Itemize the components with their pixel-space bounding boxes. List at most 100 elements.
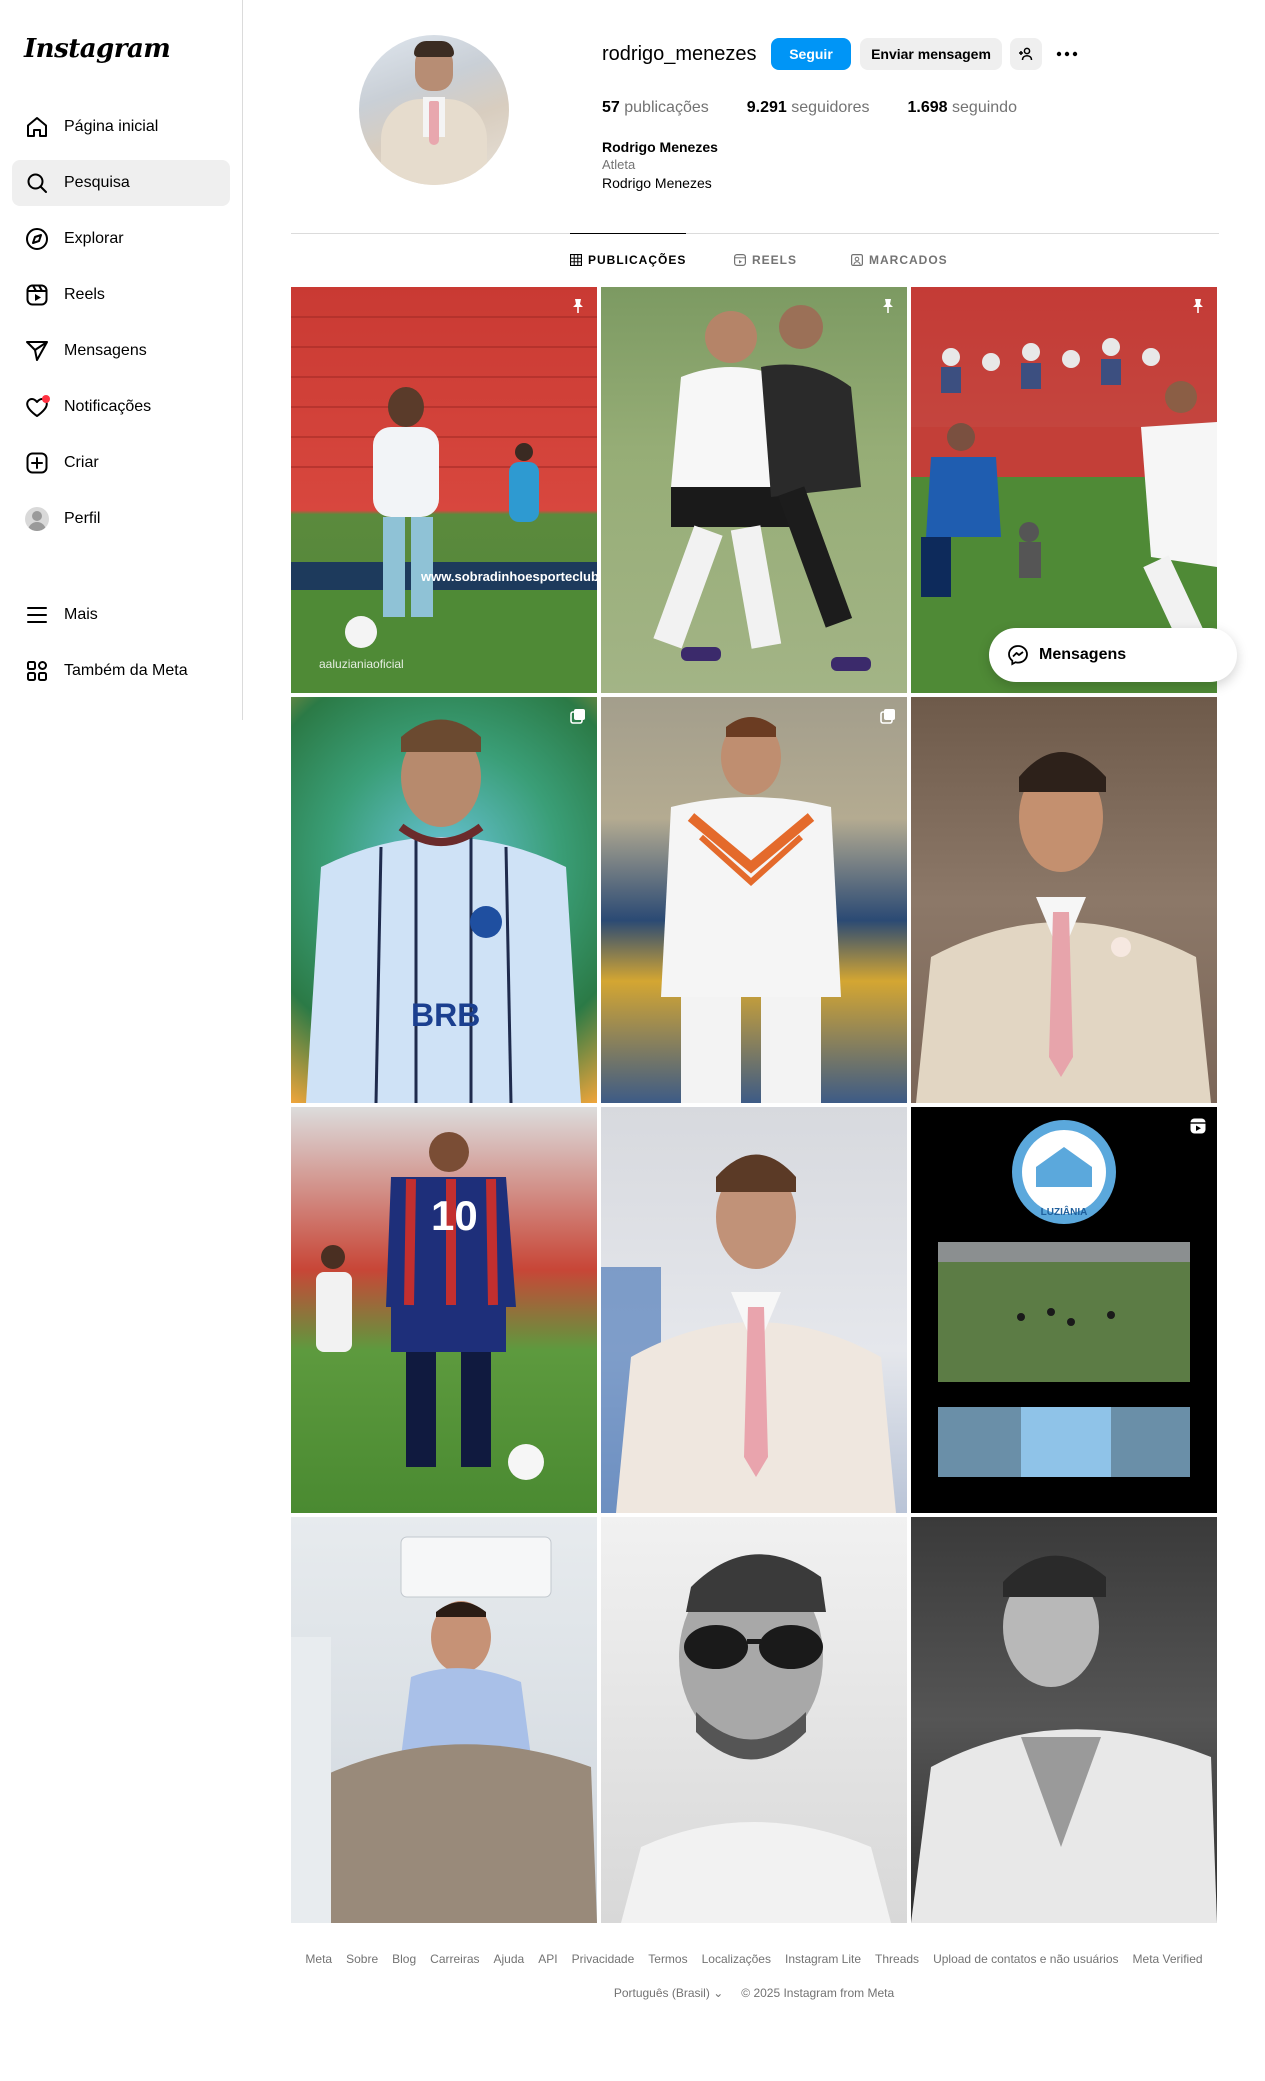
following-stat[interactable]: 1.698 seguindo — [908, 99, 1017, 117]
sidebar-item-label: Perfil — [64, 510, 101, 527]
post-tile[interactable] — [601, 697, 907, 1103]
heart-icon — [24, 394, 50, 420]
footer-link[interactable]: Meta Verified — [1133, 1952, 1203, 1966]
post-tile[interactable]: LUZIÂNIA — [911, 1107, 1217, 1513]
tab-label: REELS — [752, 253, 798, 267]
post-image — [306, 719, 581, 1103]
reels-icon — [734, 254, 746, 266]
avatar — [25, 507, 49, 531]
post-image — [653, 305, 871, 671]
footer-link[interactable]: Sobre — [346, 1952, 378, 1966]
following-count: 1.698 — [907, 99, 948, 116]
profile-username: rodrigo_menezes — [602, 43, 757, 65]
post-tile[interactable] — [601, 287, 907, 693]
pin-icon — [573, 299, 583, 313]
tab-tagged[interactable]: MARCADOS — [851, 234, 948, 286]
sidebar-item-label: Página inicial — [64, 118, 159, 135]
post-overlay-text: 10 — [431, 1192, 478, 1239]
sidebar-item-home[interactable]: Página inicial — [12, 104, 230, 150]
profile-picture[interactable] — [359, 35, 509, 185]
suggested-accounts-button[interactable] — [1010, 38, 1042, 70]
post-tile[interactable]: 10 — [291, 1107, 597, 1513]
post-image — [291, 316, 597, 693]
reel-icon — [1190, 1118, 1206, 1134]
tagged-icon — [851, 254, 863, 266]
add-person-icon — [1019, 47, 1033, 61]
post-tile[interactable] — [911, 1517, 1217, 1923]
home-icon — [24, 114, 50, 140]
grid-icon — [570, 254, 582, 266]
pin-icon — [883, 299, 893, 313]
footer-link[interactable]: Upload de contatos e não usuários — [933, 1952, 1118, 1966]
chevron-down-icon: ⌄ — [713, 1986, 724, 2000]
footer-link[interactable]: API — [538, 1952, 557, 1966]
footer-link[interactable]: Termos — [648, 1952, 687, 1966]
footer-link[interactable]: Blog — [392, 1952, 416, 1966]
plus-square-icon — [24, 450, 50, 476]
profile-pic-hair — [414, 41, 454, 57]
sidebar-item-search[interactable]: Pesquisa — [12, 160, 230, 206]
compass-icon — [24, 226, 50, 252]
profile-bio: Rodrigo Menezes — [602, 175, 712, 191]
footer-links: Meta Sobre Blog Carreiras Ajuda API Priv… — [291, 1952, 1217, 1966]
followers-stat[interactable]: 9.291 seguidores — [747, 99, 870, 117]
post-tile[interactable] — [601, 1107, 907, 1513]
posts-stat: 57 publicações — [602, 99, 709, 117]
sidebar-item-label: Explorar — [64, 230, 124, 247]
instagram-logo[interactable]: Instagram — [24, 34, 171, 64]
floating-messages-button[interactable]: Mensagens — [989, 628, 1237, 682]
pin-icon — [1193, 299, 1203, 313]
footer-link[interactable]: Instagram Lite — [785, 1952, 861, 1966]
footer-link[interactable]: Privacidade — [572, 1952, 635, 1966]
meta-apps-icon — [24, 658, 50, 684]
reels-icon — [24, 282, 50, 308]
post-tile[interactable]: BRB — [291, 697, 597, 1103]
sidebar-item-more[interactable]: Mais — [12, 592, 230, 638]
post-tile[interactable] — [601, 1517, 907, 1923]
sidebar-item-label: Também da Meta — [64, 662, 188, 679]
send-message-button[interactable]: Enviar mensagem — [860, 38, 1002, 70]
posts-label: publicações — [624, 99, 709, 116]
sidebar-item-label: Reels — [64, 286, 105, 303]
sidebar-item-label: Mais — [64, 606, 98, 623]
post-overlay-text: LUZIÂNIA — [1040, 1207, 1088, 1218]
profile-stats: 57 publicações 9.291 seguidores 1.698 se… — [602, 99, 1055, 117]
followers-count: 9.291 — [746, 99, 787, 116]
sidebar-item-explore[interactable]: Explorar — [12, 216, 230, 262]
footer-link[interactable]: Carreiras — [430, 1952, 479, 1966]
sidebar: Instagram Página inicial Pesquisa Explor… — [0, 0, 243, 720]
post-caption-watermark: aaluzianiaoficial — [319, 657, 404, 671]
post-tile[interactable] — [911, 697, 1217, 1103]
footer-link[interactable]: Threads — [875, 1952, 919, 1966]
language-selector[interactable]: Português (Brasil) ⌄ — [614, 1986, 723, 2000]
post-tile[interactable] — [291, 1517, 597, 1923]
profile-pic-tie — [429, 101, 439, 145]
post-image — [316, 1132, 544, 1480]
post-image — [938, 1120, 1190, 1477]
footer-link[interactable]: Localizações — [702, 1952, 771, 1966]
sidebar-item-notifications[interactable]: Notificações — [12, 384, 230, 430]
sidebar-item-also-from-meta[interactable]: Também da Meta — [12, 648, 230, 694]
follow-button[interactable]: Seguir — [771, 38, 851, 70]
sidebar-item-create[interactable]: Criar — [12, 440, 230, 486]
options-button[interactable] — [1050, 38, 1084, 70]
sidebar-item-label: Criar — [64, 454, 99, 471]
tab-posts[interactable]: PUBLICAÇÕES — [570, 233, 687, 286]
sidebar-item-reels[interactable]: Reels — [12, 272, 230, 318]
footer-bottom: Português (Brasil) ⌄ © 2025 Instagram fr… — [291, 1986, 1217, 2000]
following-label: seguindo — [952, 99, 1017, 116]
menu-icon — [24, 602, 50, 628]
carousel-icon — [570, 709, 585, 724]
sidebar-item-label: Notificações — [64, 398, 152, 415]
footer-link[interactable]: Ajuda — [494, 1952, 525, 1966]
footer-link[interactable]: Meta — [305, 1952, 332, 1966]
send-icon — [24, 338, 50, 364]
sidebar-item-messages[interactable]: Mensagens — [12, 328, 230, 374]
sidebar-item-profile[interactable]: Perfil — [12, 496, 230, 542]
language-label: Português (Brasil) — [613, 1986, 710, 2000]
posts-count: 57 — [602, 99, 620, 116]
tab-reels[interactable]: REELS — [734, 234, 797, 286]
copyright: © 2025 Instagram from Meta — [741, 1986, 895, 2000]
post-tile[interactable]: www.sobradinhoesporteclube aaluzianiaofi… — [291, 287, 597, 693]
floating-messages-label: Mensagens — [1039, 646, 1127, 663]
